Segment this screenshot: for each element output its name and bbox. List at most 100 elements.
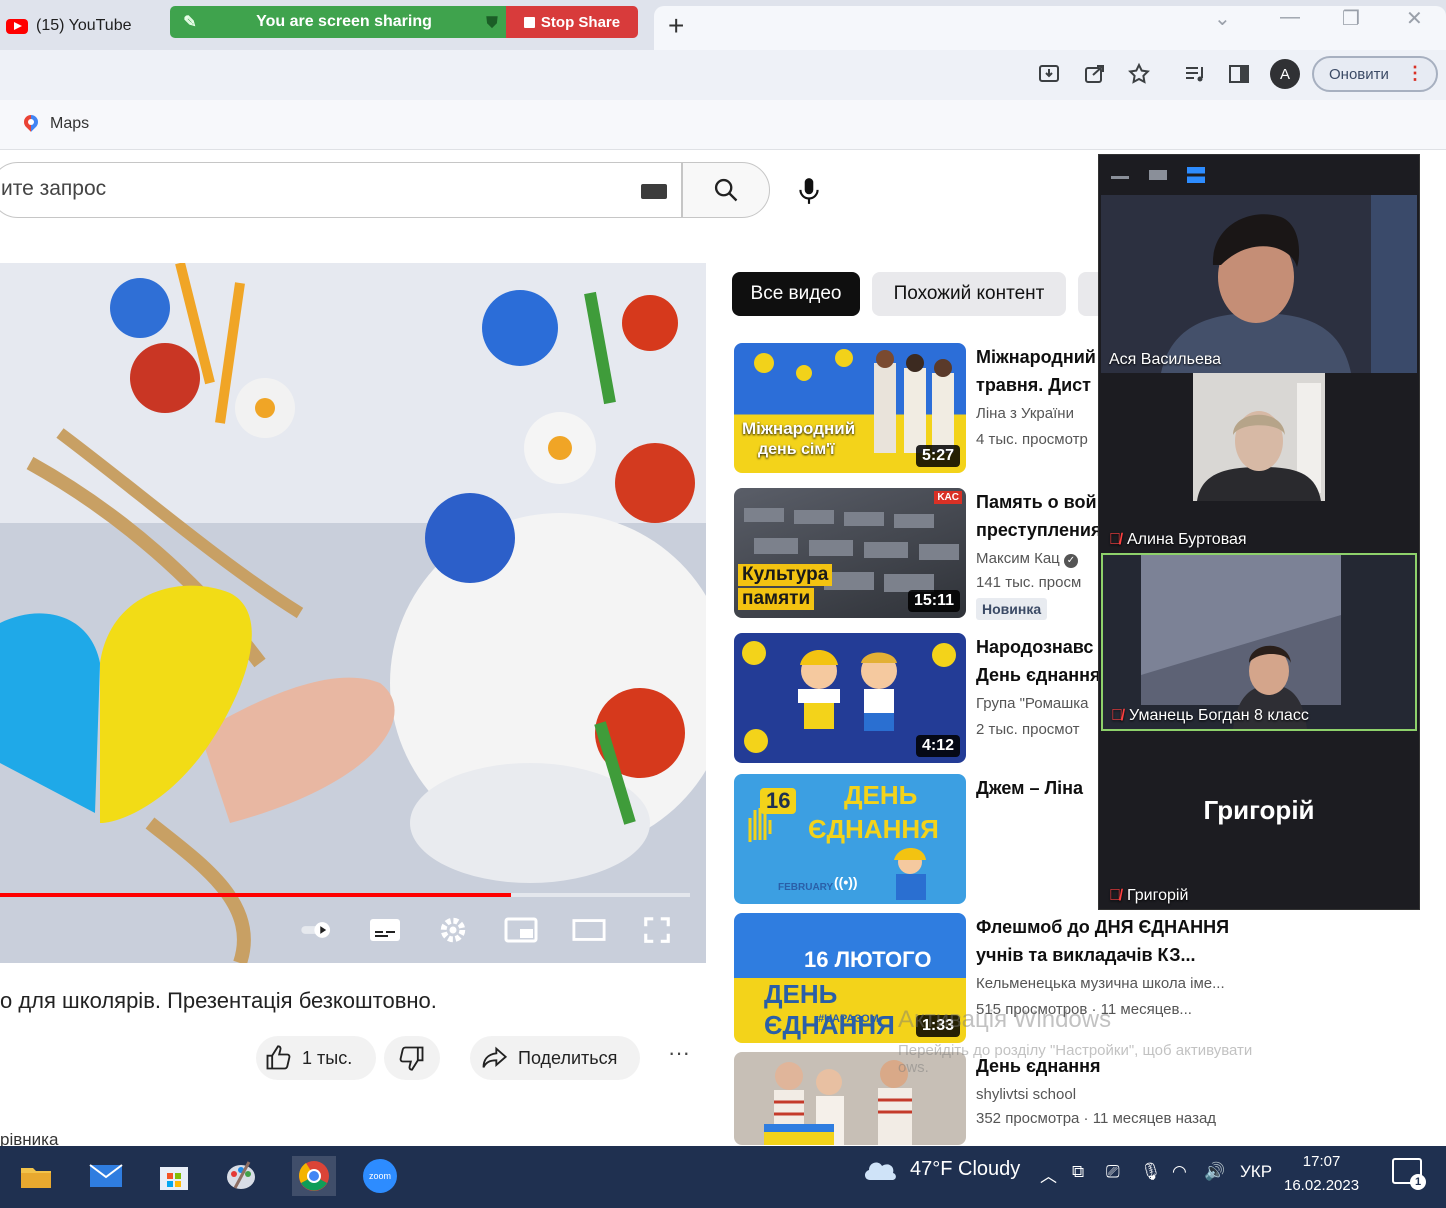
bookmark-star-icon[interactable]	[1126, 62, 1152, 88]
thumbnail-caption-3: #UAРАЗОМ	[818, 1013, 879, 1025]
participant-name-text: Уманець Богдан 8 класс	[1129, 707, 1309, 724]
participant-name: 🎙̸ Уманець Богдан 8 класс	[1111, 707, 1309, 725]
video-meta: 352 просмотра · 11 месяцев назад	[976, 1110, 1217, 1127]
channel-watermark: KAC	[934, 491, 962, 504]
gallery-view-icon[interactable]	[1187, 167, 1205, 183]
microphone-tray-icon[interactable]: 🎙	[1140, 1162, 1162, 1182]
thumbnail-caption-1: Міжнародний	[742, 419, 856, 438]
participant-tile[interactable]: 🎙̸ Алина Буртовая	[1101, 373, 1417, 553]
chrome-icon[interactable]	[292, 1156, 336, 1196]
video-thumbnail[interactable]: Міжнародний день сім'ї 5:27	[734, 343, 966, 473]
search-input[interactable]	[1, 177, 561, 201]
store-icon[interactable]	[154, 1156, 194, 1196]
notification-center-icon[interactable]: 1	[1392, 1158, 1426, 1190]
search-button[interactable]	[682, 162, 770, 218]
profile-avatar[interactable]: A	[1270, 59, 1300, 89]
participant-tile-active-speaker[interactable]: 🎙̸ Уманець Богдан 8 класс	[1101, 553, 1417, 731]
zoom-app-icon[interactable]: zoom	[360, 1156, 400, 1196]
progress-track[interactable]	[0, 893, 690, 897]
muted-mic-icon: 🎙̸	[1109, 887, 1121, 904]
muted-mic-icon: 🎙̸	[1109, 531, 1121, 548]
video-thumbnail[interactable]: 16 ДЕНЬ ЄДНАННЯ FEBRUARY ((•))	[734, 774, 966, 904]
share-label: Поделиться	[518, 1047, 618, 1068]
stop-icon	[523, 16, 535, 28]
wifi-icon[interactable]: ◠	[1172, 1162, 1187, 1182]
search-icon	[714, 178, 738, 202]
tab-youtube[interactable]: (15) YouTube	[0, 8, 168, 44]
update-button[interactable]: Оновити ⋮	[1312, 56, 1438, 92]
miniplayer-icon[interactable]	[504, 913, 538, 947]
install-app-icon[interactable]	[1036, 62, 1062, 88]
new-tab-button[interactable]: +	[668, 10, 684, 42]
like-count: 1 тыс.	[302, 1047, 353, 1068]
voice-search-button[interactable]	[786, 168, 832, 214]
video-thumbnail[interactable]: KAC Культура памяти 15:11	[734, 488, 966, 618]
screen-capture-icon[interactable]: ⧉	[1072, 1162, 1084, 1182]
channel-name[interactable]: Максим Кац ✓	[976, 550, 1078, 568]
minimize-icon[interactable]: —	[1280, 6, 1300, 29]
channel-name[interactable]: Ліна з України	[976, 405, 1074, 422]
verified-icon: ✓	[1063, 554, 1078, 568]
stop-share-button[interactable]: Stop Share	[506, 6, 638, 38]
cloud-icon	[864, 1162, 896, 1180]
close-icon[interactable]: ✕	[1406, 6, 1423, 31]
like-button[interactable]: 1 тыс.	[256, 1036, 376, 1080]
bookmark-maps[interactable]: Maps	[24, 115, 89, 133]
share-button[interactable]: Поделиться	[470, 1036, 640, 1080]
video-title-line[interactable]: Флешмоб до ДНЯ ЄДНАННЯ	[976, 913, 1336, 941]
volume-icon[interactable]: 🔊	[1204, 1162, 1225, 1182]
meet-now-icon[interactable]: ⎚	[1106, 1162, 1120, 1182]
weather-widget[interactable]: 47°F Cloudy	[862, 1156, 1020, 1182]
media-control-icon[interactable]	[1182, 62, 1208, 88]
tab-title: (15) YouTube	[36, 17, 132, 34]
bookmarks-bar: Maps	[0, 100, 1446, 150]
settings-gear-icon[interactable]	[436, 913, 470, 947]
system-clock[interactable]: 17:07 16.02.2023	[1284, 1150, 1359, 1198]
video-meta: 2 тыс. просмот	[976, 721, 1080, 738]
keyboard-icon[interactable]	[641, 184, 667, 199]
video-duration: 15:11	[907, 590, 960, 612]
participant-tile[interactable]: Григорій 🎙̸ Григорій	[1101, 733, 1417, 909]
participant-video	[1101, 195, 1417, 373]
new-badge: Новинка	[976, 598, 1048, 620]
fullscreen-icon[interactable]	[640, 913, 674, 947]
video-meta: 141 тыс. просм	[976, 574, 1082, 591]
weather-text: 47°F Cloudy	[910, 1157, 1021, 1180]
zoom-gallery-window: Ася Васильева 🎙̸ Алина Буртовая 🎙̸ Умане…	[1098, 154, 1420, 910]
video-player[interactable]	[0, 263, 706, 963]
chip-all-videos[interactable]: Все видео	[732, 272, 860, 316]
language-indicator[interactable]: УКР	[1240, 1162, 1272, 1182]
autoplay-toggle[interactable]	[300, 913, 334, 947]
dislike-button[interactable]	[384, 1036, 440, 1080]
annotate-icon[interactable]: ✎	[170, 12, 210, 32]
paint-icon[interactable]	[222, 1156, 262, 1196]
tab-search-icon[interactable]: ⌄	[1214, 6, 1231, 31]
participant-name: 🎙̸ Григорій	[1109, 887, 1188, 905]
stop-share-label: Stop Share	[540, 13, 621, 31]
subtitles-icon[interactable]	[368, 913, 402, 947]
theater-mode-icon[interactable]	[572, 913, 606, 947]
share-page-icon[interactable]	[1082, 62, 1108, 88]
file-explorer-icon[interactable]	[16, 1156, 56, 1196]
minimize-icon[interactable]	[1111, 171, 1129, 179]
progress-played	[0, 893, 511, 897]
menu-dots-icon[interactable]: ⋮	[1406, 63, 1424, 84]
active-tab[interactable]	[654, 6, 1446, 50]
side-panel-icon[interactable]	[1226, 62, 1252, 88]
mail-icon[interactable]	[86, 1156, 126, 1196]
player-controls	[300, 913, 674, 947]
video-thumbnail[interactable]: 4:12	[734, 633, 966, 763]
channel-name[interactable]: Група "Ромашка	[976, 695, 1089, 712]
maximize-icon[interactable]: ❐	[1342, 6, 1360, 31]
participant-name: Ася Васильева	[1109, 351, 1221, 369]
channel-name[interactable]: Кельменецька музична школа іме...	[976, 975, 1225, 992]
more-actions-button[interactable]: ···	[668, 1040, 690, 1066]
channel-name[interactable]: shylivtsi school	[976, 1086, 1076, 1103]
show-hidden-icons[interactable]: ︿	[1040, 1162, 1057, 1187]
video-title: о для школярів. Презентація безкоштовно.	[0, 988, 437, 1013]
chip-similar-content[interactable]: Похожий контент	[872, 272, 1066, 316]
participant-tile[interactable]: Ася Васильева	[1101, 195, 1417, 373]
notification-count: 1	[1410, 1174, 1426, 1190]
video-title-line[interactable]: учнів та викладачів КЗ...	[976, 941, 1336, 969]
restore-icon[interactable]	[1149, 170, 1167, 180]
